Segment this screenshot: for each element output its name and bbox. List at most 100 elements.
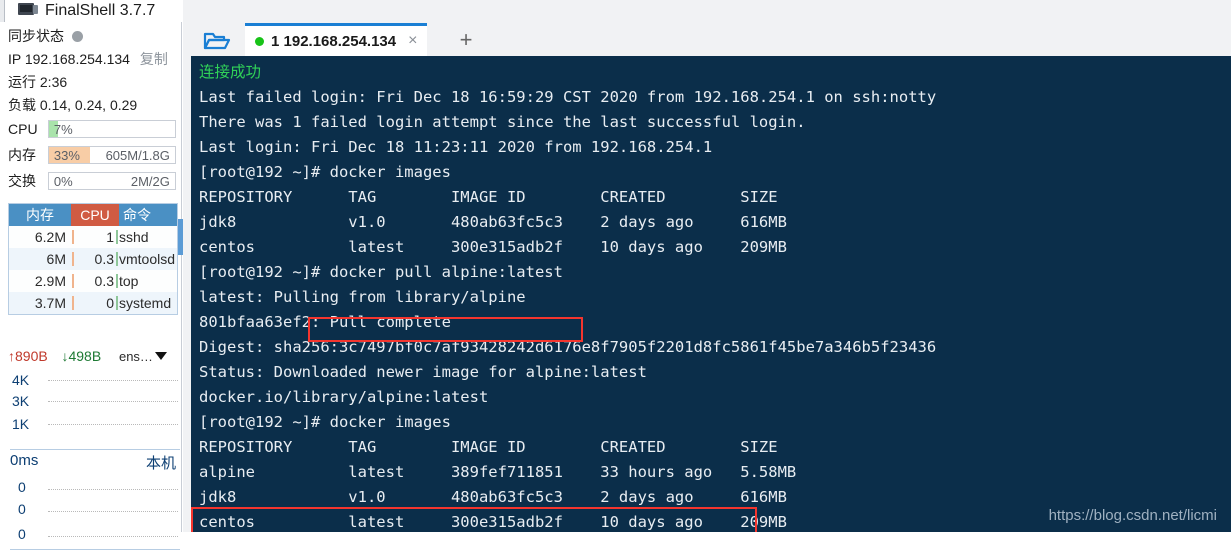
terminal-line: [root@192 ~]# docker pull alpine:latest	[199, 263, 563, 281]
latency-header: 0ms 本机	[10, 452, 180, 472]
latency-ytick-2: 0	[18, 526, 26, 542]
terminal-line: [root@192 ~]# docker images	[199, 163, 451, 181]
main-panel: 1 192.168.254.134 × + 连接成功 Last failed lo…	[183, 0, 1231, 532]
chevron-down-icon[interactable]	[154, 352, 167, 360]
swap-gauge-percent: 0%	[53, 174, 73, 189]
cell-command: vmtoolsd	[119, 251, 176, 267]
network-traffic-chart: 4K 3K 1K	[10, 370, 180, 450]
terminal-line: REPOSITORY TAG IMAGE ID CREATED SIZE	[199, 188, 778, 206]
cell-cpu: 0	[106, 295, 114, 311]
process-table-body: 6.2M 1 sshd 6M 0.3 vmtoolsd 2.9M 0.3 top 3.7M 0 sys…	[9, 226, 177, 314]
latency-chart-plot	[48, 479, 178, 547]
table-row[interactable]: 6.2M 1 sshd	[9, 226, 177, 248]
ip-row: IP 192.168.254.134 复制	[8, 49, 168, 69]
table-row[interactable]: 3.7M 0 systemd	[9, 292, 177, 314]
open-folder-button[interactable]	[195, 25, 239, 55]
cell-memory: 2.9M	[34, 273, 66, 289]
cell-command: top	[119, 273, 139, 289]
terminal-line: jdk8 v1.0 480ab63fc5c3 2 days ago 616MB	[199, 213, 787, 231]
folder-icon	[203, 32, 231, 50]
tab-label: 1 192.168.254.134	[271, 32, 397, 50]
network-ytick-2: 1K	[12, 416, 30, 432]
ip-label: IP 192.168.254.134	[8, 51, 130, 67]
memory-gauge-detail: 605M/1.8G	[105, 148, 170, 163]
cpu-gauge-percent: 7%	[53, 122, 73, 137]
monitor-icon	[18, 3, 38, 18]
swap-gauge-detail: 2M/2G	[130, 174, 170, 189]
terminal-line: REPOSITORY TAG IMAGE ID CREATED SIZE	[199, 438, 778, 456]
terminal-lines: 连接成功 Last failed login: Fri Dec 18 16:59:…	[199, 60, 1231, 532]
load-average-label: 负载 0.14, 0.24, 0.29	[8, 97, 138, 113]
window-left-edge	[0, 0, 5, 22]
table-row[interactable]: 2.9M 0.3 top	[9, 270, 177, 292]
swap-gauge-row: 交换 0% 2M/2G	[8, 172, 176, 191]
terminal-output[interactable]: 连接成功 Last failed login: Fri Dec 18 16:59:…	[191, 56, 1231, 532]
download-rate: 498B	[68, 348, 102, 364]
cell-command: sshd	[119, 229, 149, 245]
terminal-line: latest: Pulling from library/alpine	[199, 288, 526, 306]
column-header-memory[interactable]: 内存	[9, 204, 71, 226]
network-chart-bars	[48, 374, 178, 447]
latency-chart-y-axis: 0 0 0	[12, 475, 46, 549]
table-row[interactable]: 6M 0.3 vmtoolsd	[9, 248, 177, 270]
network-interface-selector[interactable]: ens…	[119, 349, 153, 364]
column-header-command[interactable]: 命令	[119, 204, 177, 226]
memory-gauge-row: 内存 33% 605M/1.8G	[8, 146, 176, 165]
latency-value: 0ms	[10, 452, 39, 469]
terminal-line: docker.io/library/alpine:latest	[199, 388, 489, 406]
sync-status-dot	[71, 31, 83, 42]
upload-arrow-icon: ↑	[8, 348, 15, 364]
terminal-line: Status: Downloaded newer image for alpin…	[199, 363, 647, 381]
tab-bar: 1 192.168.254.134 × +	[183, 22, 1231, 56]
cell-cpu: 0.3	[94, 273, 114, 289]
sync-status-label: 同步状态	[8, 28, 64, 44]
swap-gauge: 0% 2M/2G	[47, 172, 176, 190]
uptime-label: 运行 2:36	[8, 74, 68, 90]
highlight-docker-pull-command	[308, 317, 583, 342]
memory-gauge-label: 内存	[8, 147, 36, 163]
cpu-gauge-label: CPU	[8, 121, 38, 137]
network-chart-plot	[48, 374, 178, 447]
memory-gauge: 33% 605M/1.8G	[47, 146, 176, 164]
latency-ytick-0: 0	[18, 479, 26, 495]
highlight-alpine-image-row	[191, 507, 757, 532]
terminal-line: [root@192 ~]# docker images	[199, 413, 451, 431]
network-ytick-0: 4K	[12, 372, 30, 388]
cell-memory: 3.7M	[34, 295, 66, 311]
watermark: https://blog.csdn.net/licmi	[1048, 507, 1217, 524]
memory-gauge-percent: 33%	[53, 148, 80, 163]
cell-cpu: 0.3	[94, 251, 114, 267]
network-ytick-1: 3K	[12, 393, 30, 409]
cpu-gauge-row: CPU 7%	[8, 120, 176, 139]
sync-status-row: 同步状态	[8, 26, 83, 46]
column-header-cpu[interactable]: CPU	[71, 204, 119, 226]
app-title: FinalShell 3.7.7	[45, 2, 156, 19]
network-chart-y-axis: 4K 3K 1K	[12, 370, 46, 449]
process-table-header: 内存 CPU 命令	[9, 204, 177, 226]
terminal-line: There was 1 failed login attempt since t…	[199, 113, 806, 131]
new-tab-button[interactable]: +	[449, 23, 483, 56]
cell-memory: 6M	[46, 251, 66, 267]
upload-rate: 890B	[15, 348, 48, 364]
cell-command: systemd	[119, 295, 172, 311]
swap-gauge-label: 交换	[8, 173, 36, 189]
cpu-gauge: 7%	[47, 120, 176, 138]
cell-cpu: 1	[106, 229, 114, 245]
terminal-line: alpine latest 389fef711851 33 hours ago …	[199, 463, 797, 481]
network-stats-header: ↑890B ↓498B ens…	[8, 348, 178, 368]
terminal-line: 连接成功	[199, 63, 262, 81]
latency-host-label: 本机	[145, 455, 176, 472]
process-table[interactable]: 内存 CPU 命令 6.2M 1 sshd 6M 0.3 vmtoolsd 2.9M 0.3 t…	[8, 203, 178, 315]
close-icon[interactable]: ×	[408, 33, 417, 49]
copy-ip-button[interactable]: 复制	[140, 51, 168, 67]
cell-memory: 6.2M	[34, 229, 66, 245]
connection-status-icon	[255, 36, 264, 46]
tab-session-1[interactable]: 1 192.168.254.134 ×	[245, 23, 428, 56]
terminal-line: Last login: Fri Dec 18 11:23:11 2020 fro…	[199, 138, 713, 156]
finalshell-window: FinalShell 3.7.7 同步状态 IP 192.168.254.134…	[0, 0, 1231, 550]
latency-ytick-1: 0	[18, 501, 26, 517]
terminal-line: centos latest 300e315adb2f 10 days ago 2…	[199, 238, 787, 256]
server-info-sidebar: 同步状态 IP 192.168.254.134 复制 运行 2:36 负载 0.…	[0, 22, 184, 550]
latency-chart: 0 0 0	[10, 475, 180, 550]
terminal-line: Last failed login: Fri Dec 18 16:59:29 C…	[199, 88, 937, 106]
